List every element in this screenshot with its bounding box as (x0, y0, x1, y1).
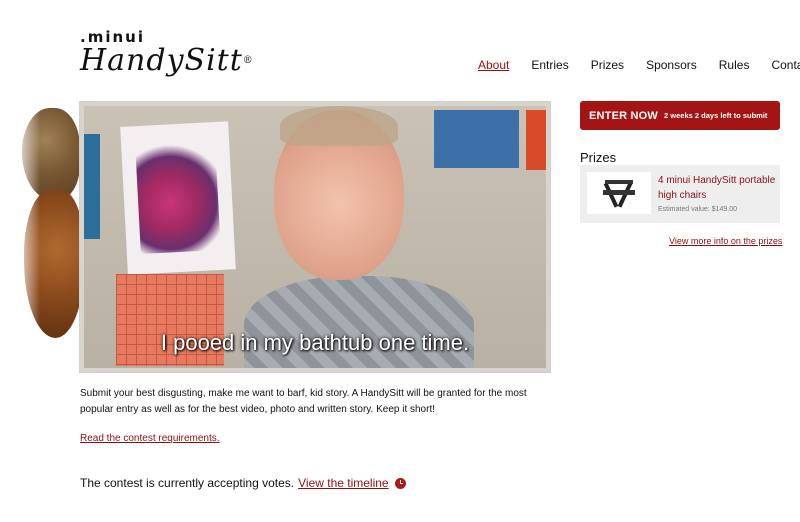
logo-brand-name: HandySitt (80, 43, 243, 78)
nav-prizes[interactable]: Prizes (591, 58, 624, 72)
time-left-text: 2 weeks 2 days left to submit (664, 111, 768, 120)
timeline-link[interactable]: View the timeline (298, 476, 389, 490)
high-chair-image[interactable] (587, 172, 651, 214)
nav-sponsors[interactable]: Sponsors (646, 58, 697, 72)
status-text: The contest is currently accepting votes… (80, 476, 295, 490)
contest-status: The contest is currently accepting votes… (80, 476, 406, 490)
video-subtitle: I pooed in my bathtub one time. (160, 330, 470, 355)
wall-drawing (120, 121, 236, 275)
video-player[interactable]: I pooed in my bathtub one time. (79, 101, 551, 373)
enter-now-label: ENTER NOW (589, 109, 659, 122)
enter-now-button[interactable]: ENTER NOW 2 weeks 2 days left to submit (580, 101, 780, 130)
prize-value: Estimated value: $149.00 (658, 206, 737, 213)
site-logo[interactable]: .minui HandySitt® (80, 30, 254, 77)
prize-card[interactable]: 4 minui HandySitt portable high chairs E… (580, 165, 780, 223)
nav-contact[interactable]: Contact (771, 58, 800, 72)
video-frame: I pooed in my bathtub one time. (84, 106, 546, 368)
prize-title-link[interactable]: 4 minui HandySitt portable high chairs (658, 173, 776, 203)
clock-icon (394, 477, 406, 489)
requirements-link[interactable]: Read the contest requirements. (80, 433, 220, 444)
registered-mark: ® (242, 55, 254, 66)
contest-intro: Submit your best disgusting, make me wan… (80, 388, 527, 415)
nav-about[interactable]: About (478, 58, 509, 72)
more-prize-info-link[interactable]: View more info on the prizes (669, 236, 782, 246)
main-nav: About Entries Prizes Sponsors Rules Cont… (478, 58, 800, 72)
nav-entries[interactable]: Entries (531, 58, 568, 72)
prizes-heading: Prizes (580, 150, 617, 165)
nav-rules[interactable]: Rules (719, 58, 750, 72)
